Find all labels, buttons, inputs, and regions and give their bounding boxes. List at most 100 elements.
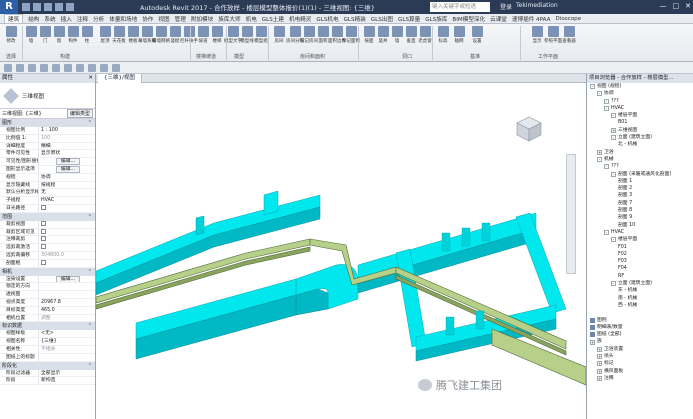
tree-toggle-icon[interactable]: - bbox=[604, 106, 609, 112]
property-value[interactable] bbox=[38, 259, 95, 267]
browser-node[interactable]: 西 - 机械 bbox=[587, 302, 693, 309]
ribbon-button[interactable]: 查看器 bbox=[562, 26, 576, 46]
undo-icon[interactable] bbox=[44, 3, 52, 11]
tree-toggle-icon[interactable]: + bbox=[597, 361, 602, 367]
ribbon-button[interactable]: 天花板 bbox=[112, 26, 126, 46]
browser-node[interactable]: 南 - 机械 bbox=[587, 295, 693, 302]
ribbon-button[interactable]: 栏杆扶手 bbox=[180, 26, 198, 46]
ribbon-tab[interactable]: 结构 bbox=[28, 15, 39, 23]
property-value[interactable]: 无 bbox=[38, 189, 95, 197]
browser-node[interactable]: + 卫浴装置 bbox=[587, 346, 693, 353]
browser-node[interactable]: F04 bbox=[587, 265, 693, 272]
tree-toggle-icon[interactable]: - bbox=[604, 230, 609, 236]
revit-logo-icon[interactable]: R bbox=[0, 0, 18, 14]
checkbox[interactable] bbox=[41, 236, 46, 242]
thin-lines-icon[interactable] bbox=[100, 63, 108, 72]
ribbon-button[interactable]: 楼梯 bbox=[210, 26, 224, 46]
edit-button[interactable]: 编辑... bbox=[55, 275, 81, 283]
ribbon-button[interactable]: 标记面积 bbox=[342, 26, 360, 46]
tree-toggle-icon[interactable]: - bbox=[597, 91, 602, 97]
close-hidden-icon[interactable] bbox=[112, 63, 120, 72]
diffuser[interactable] bbox=[461, 227, 471, 247]
browser-node[interactable]: F03 bbox=[587, 258, 693, 265]
ribbon-button[interactable]: 窗 bbox=[52, 26, 66, 46]
tree-toggle-icon[interactable]: + bbox=[597, 368, 602, 374]
ribbon-tab[interactable]: 建筑 bbox=[4, 14, 24, 23]
property-category[interactable]: 相机 ⌃ bbox=[0, 267, 95, 276]
browser-node[interactable]: B01 bbox=[587, 119, 693, 126]
property-value[interactable] bbox=[38, 228, 95, 236]
titlebar-item[interactable]: Tekimediation bbox=[516, 2, 558, 11]
property-category[interactable]: 范围 ⌃ bbox=[0, 212, 95, 221]
property-value[interactable]: 1 : 100 bbox=[38, 127, 95, 134]
ribbon-button[interactable]: 轴网 bbox=[452, 26, 466, 46]
ribbon-tab[interactable]: 插入 bbox=[61, 15, 72, 23]
browser-node[interactable]: - 楼层平面 bbox=[587, 236, 693, 243]
browser-node[interactable]: 剖面 9 bbox=[587, 214, 693, 221]
property-value[interactable] bbox=[38, 353, 95, 361]
property-value[interactable]: 编辑... bbox=[38, 165, 95, 173]
property-category[interactable]: 阶段化 ⌃ bbox=[0, 361, 95, 370]
ribbon-tab[interactable]: 云课堂 bbox=[490, 15, 507, 23]
diffuser[interactable] bbox=[445, 316, 455, 336]
property-value[interactable]: 编辑... bbox=[38, 275, 95, 283]
ribbon-button[interactable]: 设置 bbox=[470, 26, 484, 46]
close-icon[interactable]: ✕ bbox=[88, 74, 93, 83]
ribbon-tab[interactable]: GLS算量 bbox=[398, 15, 420, 23]
property-value[interactable]: 显示原状 bbox=[38, 150, 95, 158]
browser-node[interactable]: + 喷头 bbox=[587, 353, 693, 360]
ribbon-tab[interactable]: 族库大师 bbox=[218, 15, 240, 23]
property-value[interactable]: 全部显示 bbox=[38, 369, 95, 377]
property-value[interactable]: 按规程 bbox=[38, 181, 95, 189]
checkbox[interactable] bbox=[41, 220, 46, 226]
browser-node[interactable]: + 标记 bbox=[587, 360, 693, 367]
checkbox[interactable] bbox=[41, 259, 46, 265]
property-value[interactable] bbox=[38, 204, 95, 212]
property-value[interactable]: {三维} bbox=[38, 338, 95, 345]
browser-node[interactable]: 剖面 7 bbox=[587, 200, 693, 207]
browser-node[interactable]: - HVAC bbox=[587, 105, 693, 112]
tree-toggle-icon[interactable]: + bbox=[590, 339, 595, 345]
browser-node[interactable]: - 剖面 (采暖或通风化剖面) bbox=[587, 171, 693, 178]
ribbon-tab[interactable]: 速博插件 4PAA bbox=[512, 15, 551, 23]
ribbon-button[interactable]: 竖井 bbox=[376, 26, 390, 46]
tree-toggle-icon[interactable]: + bbox=[611, 127, 616, 133]
browser-node[interactable]: - HVAC bbox=[587, 229, 693, 236]
browser-node[interactable]: - 立面 (建筑立面) bbox=[587, 134, 693, 141]
browser-node[interactable]: 明细表/数量 bbox=[587, 324, 693, 331]
ribbon-button[interactable]: 模型文字 bbox=[224, 26, 242, 46]
tree-toggle-icon[interactable]: + bbox=[597, 149, 602, 155]
print-icon[interactable] bbox=[66, 3, 74, 11]
ribbon-button[interactable]: 标记房间 bbox=[300, 26, 318, 46]
ribbon-tab[interactable]: 管理 bbox=[175, 15, 186, 23]
paste-icon[interactable] bbox=[76, 63, 84, 72]
browser-node[interactable]: RF bbox=[587, 273, 693, 280]
collapse-icon[interactable]: ⌃ bbox=[88, 213, 92, 221]
ribbon-button[interactable]: 模型线 bbox=[240, 26, 254, 46]
ribbon-tab[interactable]: GLS族库 bbox=[425, 15, 447, 23]
property-value[interactable] bbox=[38, 220, 95, 228]
property-value[interactable]: 编辑... bbox=[38, 158, 95, 165]
ribbon-tab[interactable]: GLS机电 bbox=[316, 15, 338, 23]
ribbon-button[interactable]: 坡道 bbox=[196, 26, 210, 46]
collapse-icon[interactable]: ⌃ bbox=[88, 362, 92, 370]
redo-icon[interactable] bbox=[55, 3, 63, 11]
browser-node[interactable]: -??? bbox=[587, 98, 693, 105]
view-selector[interactable]: 三维视图: {三维} bbox=[2, 110, 42, 117]
diffuser[interactable] bbox=[481, 222, 491, 242]
property-value[interactable]: 精细 bbox=[38, 142, 95, 150]
ribbon-button[interactable]: 老虎窗 bbox=[418, 26, 432, 46]
property-value[interactable]: 协调 bbox=[38, 173, 95, 181]
browser-node[interactable]: - 楼层平面 bbox=[587, 112, 693, 119]
diffuser[interactable] bbox=[475, 310, 485, 330]
tree-toggle-icon[interactable]: + bbox=[597, 354, 602, 360]
ribbon-button[interactable]: 房间 bbox=[272, 26, 286, 46]
ribbon-button[interactable]: 门 bbox=[38, 26, 52, 46]
property-value[interactable]: HVAC bbox=[38, 197, 95, 204]
checkbox[interactable] bbox=[41, 204, 46, 210]
edit-button[interactable]: 编辑... bbox=[55, 165, 81, 173]
tree-toggle-icon[interactable]: - bbox=[611, 113, 616, 119]
ribbon-tab[interactable]: 分析 bbox=[93, 15, 104, 23]
ribbon-button[interactable]: 柱 bbox=[80, 26, 94, 46]
type-selector[interactable]: 三维视图 bbox=[0, 83, 95, 109]
